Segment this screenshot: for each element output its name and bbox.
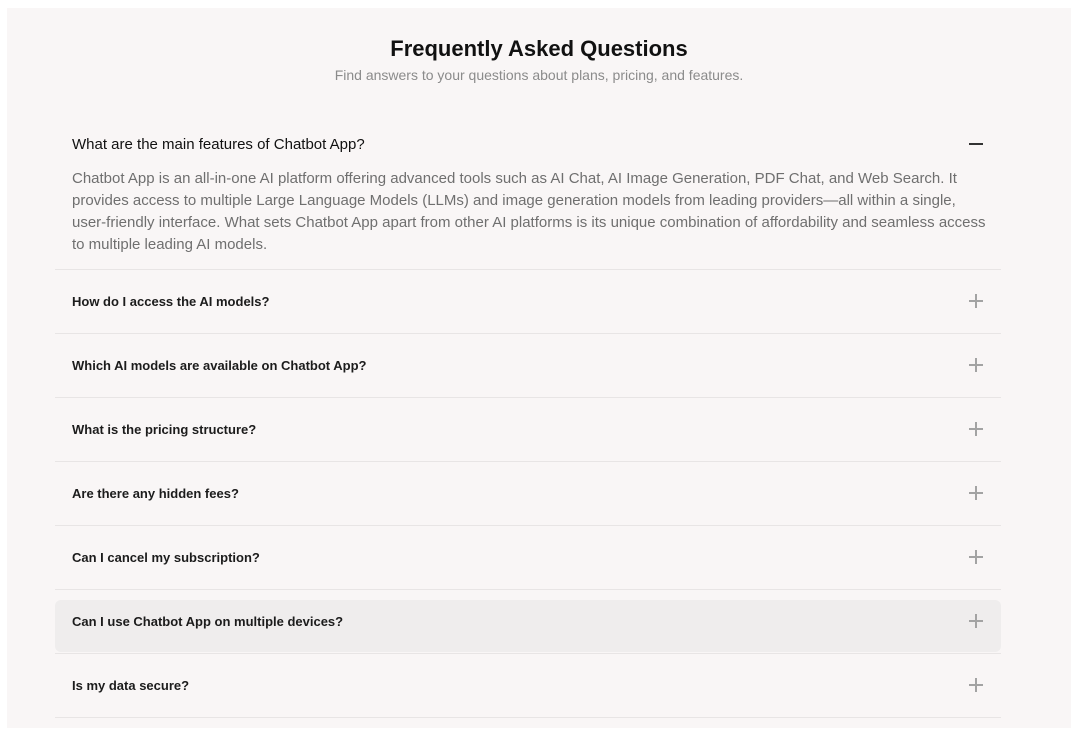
faq-item-access-models[interactable]: How do I access the AI models? xyxy=(55,270,1001,334)
faq-question: Which AI models are available on Chatbot… xyxy=(72,358,367,373)
plus-icon[interactable] xyxy=(969,614,983,628)
plus-icon[interactable] xyxy=(969,358,983,372)
plus-icon[interactable] xyxy=(969,550,983,564)
faq-item-multiple-devices[interactable]: Can I use Chatbot App on multiple device… xyxy=(55,590,1001,654)
faq-item-main-features: What are the main features of Chatbot Ap… xyxy=(55,125,1001,270)
faq-question: Is my data secure? xyxy=(72,678,190,693)
faq-list: What are the main features of Chatbot Ap… xyxy=(55,125,1001,718)
faq-question: Can I use Chatbot App on multiple device… xyxy=(72,614,344,629)
faq-item-cancel-subscription[interactable]: Can I cancel my subscription? xyxy=(55,526,1001,590)
faq-question[interactable]: What are the main features of Chatbot Ap… xyxy=(72,136,365,153)
faq-item-pricing[interactable]: What is the pricing structure? xyxy=(55,398,1001,462)
plus-icon[interactable] xyxy=(969,422,983,436)
plus-icon[interactable] xyxy=(969,294,983,308)
plus-icon[interactable] xyxy=(969,486,983,500)
faq-item-available-models[interactable]: Which AI models are available on Chatbot… xyxy=(55,334,1001,398)
page-title: Frequently Asked Questions xyxy=(390,36,688,61)
faq-item-data-secure[interactable]: Is my data secure? xyxy=(55,654,1001,718)
faq-item-hidden-fees[interactable]: Are there any hidden fees? xyxy=(55,462,1001,526)
faq-question: How do I access the AI models? xyxy=(72,294,270,309)
plus-icon[interactable] xyxy=(969,678,983,692)
faq-section: Frequently Asked Questions Find answers … xyxy=(7,8,1071,728)
faq-question: Are there any hidden fees? xyxy=(72,486,239,501)
page-subtitle: Find answers to your questions about pla… xyxy=(334,67,744,83)
faq-question: Can I cancel my subscription? xyxy=(72,550,260,565)
minus-icon[interactable] xyxy=(969,137,983,151)
faq-answer: Chatbot App is an all-in-one AI platform… xyxy=(72,170,986,253)
faq-question: What is the pricing structure? xyxy=(72,422,257,437)
